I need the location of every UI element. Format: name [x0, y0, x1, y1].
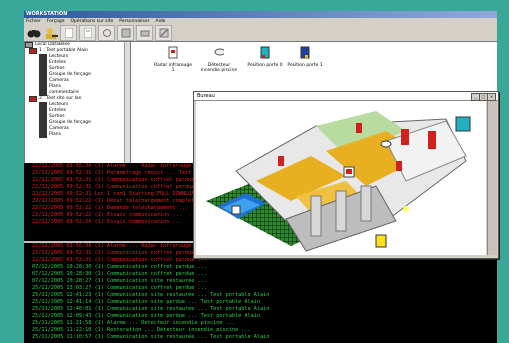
- site-tree[interactable]: Local DataBase 1 : Test portable Alain Le…: [24, 41, 131, 165]
- device-door-0-label: Position porte 0: [247, 63, 283, 68]
- log-entry[interactable]: 25/11/2005 12:09:43 (1) Communication si…: [24, 313, 497, 320]
- menu-personnaliser[interactable]: Personnaliser: [119, 18, 149, 25]
- tree-node[interactable]: Plans: [25, 132, 130, 138]
- map-window-title: Bureau _ □ ×: [194, 92, 498, 101]
- device-fire-label: Détecteur incendie piscine: [200, 63, 238, 73]
- toolbar: [24, 25, 497, 42]
- log-entry[interactable]: 25/11/2005 12:41:23 (1) Communication si…: [24, 292, 497, 299]
- floor-plan-image: [206, 111, 471, 252]
- edit-icon[interactable]: [155, 25, 172, 41]
- device-door-1-label: Position porte 1: [287, 63, 323, 68]
- log-entry[interactable]: 07/12/2005 10:28:30 (1) Communication co…: [24, 271, 497, 278]
- site-icon: [29, 48, 37, 54]
- device-radar-label: Radar infrarouge 1: [154, 63, 192, 73]
- door-icon: [300, 46, 310, 59]
- device-door-1[interactable]: Position porte 1: [285, 46, 325, 68]
- log-entry[interactable]: 07/12/2005 10:28:27 (1) Communication si…: [24, 278, 497, 285]
- log-entry[interactable]: 07/12/2005 10:28:30 (1) Communication co…: [24, 264, 497, 271]
- log-entry[interactable]: 25/11/2005 13:03:27 (1) Communication co…: [24, 285, 497, 292]
- smoke-detector-icon: [214, 48, 226, 56]
- log-entry[interactable]: 25/11/2005 11:22:10 (1) Restoration ... …: [24, 327, 497, 334]
- menu-aide[interactable]: Aide: [156, 18, 166, 25]
- menu-operations[interactable]: Opérations sur site: [71, 18, 114, 25]
- menu-fichier[interactable]: Fichier: [26, 18, 41, 25]
- disk-icon[interactable]: [117, 25, 134, 41]
- print-icon[interactable]: [136, 25, 153, 41]
- log-entry[interactable]: 25/11/2005 12:41:14 (1) Communication si…: [24, 299, 497, 306]
- tree-label: Plans: [49, 132, 61, 137]
- device-door-0[interactable]: Position porte 0: [245, 46, 285, 68]
- log-entry[interactable]: 25/11/2005 11:21:58 (1) Alarme ... Détec…: [24, 320, 497, 327]
- window-title: WORKSTATION: [24, 11, 497, 18]
- user-key-icon[interactable]: [43, 26, 58, 40]
- site-icon: [29, 96, 37, 102]
- node-icon: [39, 132, 47, 138]
- menu-bar: Fichier Forçage Opérations sur site Pers…: [24, 18, 497, 25]
- device-fire-detector[interactable]: Détecteur incendie piscine: [199, 46, 239, 73]
- menu-forcage[interactable]: Forçage: [47, 18, 65, 25]
- map-window[interactable]: Bureau _ □ ×: [193, 91, 499, 259]
- floor-plan-canvas[interactable]: [196, 101, 486, 255]
- tree-items: 1 : Test portable Alain Lecteurs Entrées So…: [25, 48, 130, 138]
- door-icon: [260, 46, 270, 59]
- log-entry[interactable]: 25/11/2005 12:40:01 (1) Communication si…: [24, 306, 497, 313]
- log-entry[interactable]: 25/11/2005 11:10:57 (1) Communication si…: [24, 334, 497, 341]
- tool-icon[interactable]: [98, 25, 115, 41]
- doc-icon[interactable]: [60, 25, 77, 41]
- map-scrollbar[interactable]: [487, 101, 497, 255]
- binoculars-icon[interactable]: [26, 26, 41, 40]
- doc2-icon[interactable]: [79, 25, 96, 41]
- map-window-title-text: Bureau: [197, 93, 215, 99]
- close-button[interactable]: ×: [487, 93, 496, 101]
- radar-icon: [168, 46, 178, 59]
- device-radar[interactable]: Radar infrarouge 1: [153, 46, 193, 73]
